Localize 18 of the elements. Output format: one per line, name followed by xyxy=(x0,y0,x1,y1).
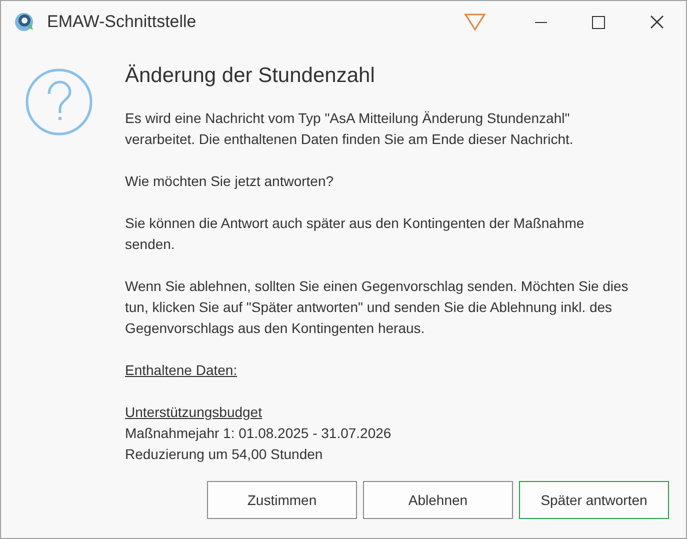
section-subtitle: Unterstützungsbudget xyxy=(125,403,262,422)
app-logo-icon xyxy=(13,11,35,33)
data-line: Maßnahmejahr 1: 01.08.2025 - 31.07.2026 xyxy=(125,424,392,443)
question-icon xyxy=(25,68,93,136)
close-icon[interactable] xyxy=(650,15,664,29)
maximize-icon[interactable] xyxy=(592,16,605,28)
window-title: EMAW-Schnittstelle xyxy=(47,11,196,34)
dialog-button[interactable]: Ablehnen xyxy=(363,481,513,519)
dialog-button[interactable]: Zustimmen xyxy=(207,481,357,519)
dialog-button[interactable]: Später antworten xyxy=(519,481,669,519)
message-paragraph: Wie möchten Sie jetzt antworten? xyxy=(125,172,334,191)
message-paragraph: Wenn Sie ablehnen, sollten Sie einen Gegenvorschlag senden. Möchten Sie dies tun, klicken Sie auf "Später antworten" und senden Sie die Ablehnung inkl. des Gegenvorschlags aus den Kontingenten heraus. xyxy=(125,277,628,338)
message-paragraph: Sie können die Antwort auch später aus den Kontingenten der Maßnahme senden. xyxy=(125,214,584,254)
triangle-icon[interactable] xyxy=(464,13,486,31)
message-paragraph: Es wird eine Nachricht vom Typ "AsA Mitteilung Änderung Stundenzahl" verarbeitet. Die enthaltenen Daten finden Sie am Ende dieser Nachricht. xyxy=(125,109,574,149)
dialog-heading: Änderung der Stundenzahl xyxy=(125,63,375,89)
data-line: Reduzierung um 54,00 Stunden xyxy=(125,445,323,464)
section-label: Enthaltene Daten: xyxy=(125,361,238,380)
